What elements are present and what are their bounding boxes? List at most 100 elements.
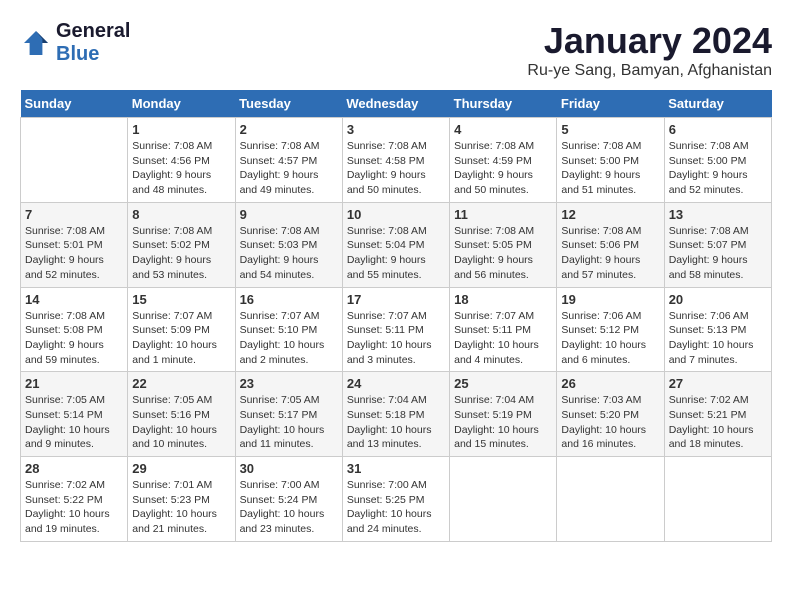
- day-info: Sunrise: 7:08 AMSunset: 5:00 PMDaylight:…: [669, 139, 767, 198]
- day-info: Sunrise: 7:00 AMSunset: 5:25 PMDaylight:…: [347, 478, 445, 537]
- day-info: Sunrise: 7:04 AMSunset: 5:19 PMDaylight:…: [454, 393, 552, 452]
- day-info: Sunrise: 7:08 AMSunset: 5:08 PMDaylight:…: [25, 309, 123, 368]
- week-row-0: 1 Sunrise: 7:08 AMSunset: 4:56 PMDaylight…: [21, 118, 772, 203]
- day-number: 24: [347, 376, 445, 391]
- day-number: 9: [240, 207, 338, 222]
- day-number: 13: [669, 207, 767, 222]
- calendar-cell: 24 Sunrise: 7:04 AMSunset: 5:18 PMDayligh…: [342, 372, 449, 457]
- day-number: 20: [669, 292, 767, 307]
- week-row-4: 28 Sunrise: 7:02 AMSunset: 5:22 PMDayligh…: [21, 457, 772, 542]
- day-number: 8: [132, 207, 230, 222]
- day-info: Sunrise: 7:05 AMSunset: 5:16 PMDaylight:…: [132, 393, 230, 452]
- day-info: Sunrise: 7:06 AMSunset: 5:13 PMDaylight:…: [669, 309, 767, 368]
- day-info: Sunrise: 7:08 AMSunset: 5:03 PMDaylight:…: [240, 224, 338, 283]
- weekday-header-tuesday: Tuesday: [235, 90, 342, 118]
- day-number: 21: [25, 376, 123, 391]
- day-info: Sunrise: 7:02 AMSunset: 5:21 PMDaylight:…: [669, 393, 767, 452]
- day-number: 1: [132, 122, 230, 137]
- day-info: Sunrise: 7:07 AMSunset: 5:10 PMDaylight:…: [240, 309, 338, 368]
- day-number: 23: [240, 376, 338, 391]
- day-info: Sunrise: 7:05 AMSunset: 5:17 PMDaylight:…: [240, 393, 338, 452]
- day-info: Sunrise: 7:08 AMSunset: 5:00 PMDaylight:…: [561, 139, 659, 198]
- day-number: 28: [25, 461, 123, 476]
- day-info: Sunrise: 7:08 AMSunset: 5:04 PMDaylight:…: [347, 224, 445, 283]
- day-number: 4: [454, 122, 552, 137]
- day-info: Sunrise: 7:01 AMSunset: 5:23 PMDaylight:…: [132, 478, 230, 537]
- calendar-cell: 13 Sunrise: 7:08 AMSunset: 5:07 PMDayligh…: [664, 202, 771, 287]
- weekday-header-saturday: Saturday: [664, 90, 771, 118]
- day-info: Sunrise: 7:07 AMSunset: 5:11 PMDaylight:…: [347, 309, 445, 368]
- day-info: Sunrise: 7:06 AMSunset: 5:12 PMDaylight:…: [561, 309, 659, 368]
- calendar-cell: 26Sunrise: 7:03 AMSunset: 5:20 PMDayligh…: [557, 372, 664, 457]
- day-number: 2: [240, 122, 338, 137]
- page-header: General Blue January 2024 Ru-ye Sang, Ba…: [20, 20, 772, 80]
- calendar-cell: 25 Sunrise: 7:04 AMSunset: 5:19 PMDayligh…: [450, 372, 557, 457]
- day-number: 12: [561, 207, 659, 222]
- calendar-cell: [21, 118, 128, 203]
- calendar-cell: 2 Sunrise: 7:08 AMSunset: 4:57 PMDaylight…: [235, 118, 342, 203]
- title-section: January 2024 Ru-ye Sang, Bamyan, Afghani…: [527, 20, 772, 80]
- calendar-cell: 30 Sunrise: 7:00 AMSunset: 5:24 PMDayligh…: [235, 457, 342, 542]
- week-row-1: 7 Sunrise: 7:08 AMSunset: 5:01 PMDaylight…: [21, 202, 772, 287]
- day-number: 31: [347, 461, 445, 476]
- day-number: 10: [347, 207, 445, 222]
- day-info: Sunrise: 7:08 AMSunset: 5:02 PMDaylight:…: [132, 224, 230, 283]
- day-info: Sunrise: 7:08 AMSunset: 5:07 PMDaylight:…: [669, 224, 767, 283]
- day-info: Sunrise: 7:04 AMSunset: 5:18 PMDaylight:…: [347, 393, 445, 452]
- week-row-3: 21 Sunrise: 7:05 AMSunset: 5:14 PMDayligh…: [21, 372, 772, 457]
- day-info: Sunrise: 7:08 AMSunset: 4:59 PMDaylight:…: [454, 139, 552, 198]
- calendar-cell: 18Sunrise: 7:07 AMSunset: 5:11 PMDayligh…: [450, 287, 557, 372]
- week-row-2: 14 Sunrise: 7:08 AMSunset: 5:08 PMDayligh…: [21, 287, 772, 372]
- weekday-header-thursday: Thursday: [450, 90, 557, 118]
- day-info: Sunrise: 7:05 AMSunset: 5:14 PMDaylight:…: [25, 393, 123, 452]
- day-number: 14: [25, 292, 123, 307]
- calendar-cell: 12Sunrise: 7:08 AMSunset: 5:06 PMDayligh…: [557, 202, 664, 287]
- day-number: 26: [561, 376, 659, 391]
- calendar-cell: 17 Sunrise: 7:07 AMSunset: 5:11 PMDayligh…: [342, 287, 449, 372]
- day-number: 22: [132, 376, 230, 391]
- calendar-cell: 31 Sunrise: 7:00 AMSunset: 5:25 PMDayligh…: [342, 457, 449, 542]
- page-title: January 2024: [527, 20, 772, 62]
- day-info: Sunrise: 7:08 AMSunset: 4:58 PMDaylight:…: [347, 139, 445, 198]
- calendar-cell: 1 Sunrise: 7:08 AMSunset: 4:56 PMDaylight…: [128, 118, 235, 203]
- day-number: 6: [669, 122, 767, 137]
- calendar-cell: 29 Sunrise: 7:01 AMSunset: 5:23 PMDayligh…: [128, 457, 235, 542]
- calendar-table: SundayMondayTuesdayWednesdayThursdayFrid…: [20, 90, 772, 542]
- calendar-cell: 7 Sunrise: 7:08 AMSunset: 5:01 PMDaylight…: [21, 202, 128, 287]
- calendar-cell: 5Sunrise: 7:08 AMSunset: 5:00 PMDaylight…: [557, 118, 664, 203]
- logo-icon: [20, 27, 52, 59]
- weekday-header-row: SundayMondayTuesdayWednesdayThursdayFrid…: [21, 90, 772, 118]
- calendar-cell: 15 Sunrise: 7:07 AMSunset: 5:09 PMDayligh…: [128, 287, 235, 372]
- day-number: 15: [132, 292, 230, 307]
- day-number: 25: [454, 376, 552, 391]
- calendar-cell: [450, 457, 557, 542]
- calendar-cell: 16Sunrise: 7:07 AMSunset: 5:10 PMDayligh…: [235, 287, 342, 372]
- logo: General Blue: [20, 20, 130, 66]
- calendar-cell: 4 Sunrise: 7:08 AMSunset: 4:59 PMDaylight…: [450, 118, 557, 203]
- calendar-cell: 21 Sunrise: 7:05 AMSunset: 5:14 PMDayligh…: [21, 372, 128, 457]
- calendar-cell: [557, 457, 664, 542]
- weekday-header-wednesday: Wednesday: [342, 90, 449, 118]
- day-info: Sunrise: 7:08 AMSunset: 4:57 PMDaylight:…: [240, 139, 338, 198]
- calendar-cell: 28 Sunrise: 7:02 AMSunset: 5:22 PMDayligh…: [21, 457, 128, 542]
- day-info: Sunrise: 7:07 AMSunset: 5:09 PMDaylight:…: [132, 309, 230, 368]
- day-number: 7: [25, 207, 123, 222]
- logo-text: General Blue: [56, 20, 130, 66]
- day-info: Sunrise: 7:02 AMSunset: 5:22 PMDaylight:…: [25, 478, 123, 537]
- calendar-cell: 19Sunrise: 7:06 AMSunset: 5:12 PMDayligh…: [557, 287, 664, 372]
- day-info: Sunrise: 7:08 AMSunset: 4:56 PMDaylight:…: [132, 139, 230, 198]
- day-number: 27: [669, 376, 767, 391]
- day-number: 29: [132, 461, 230, 476]
- calendar-cell: 27 Sunrise: 7:02 AMSunset: 5:21 PMDayligh…: [664, 372, 771, 457]
- day-info: Sunrise: 7:08 AMSunset: 5:01 PMDaylight:…: [25, 224, 123, 283]
- day-info: Sunrise: 7:08 AMSunset: 5:05 PMDaylight:…: [454, 224, 552, 283]
- calendar-cell: 8 Sunrise: 7:08 AMSunset: 5:02 PMDaylight…: [128, 202, 235, 287]
- day-number: 30: [240, 461, 338, 476]
- day-info: Sunrise: 7:00 AMSunset: 5:24 PMDaylight:…: [240, 478, 338, 537]
- calendar-cell: 10 Sunrise: 7:08 AMSunset: 5:04 PMDayligh…: [342, 202, 449, 287]
- day-number: 17: [347, 292, 445, 307]
- calendar-cell: 20 Sunrise: 7:06 AMSunset: 5:13 PMDayligh…: [664, 287, 771, 372]
- calendar-cell: 22 Sunrise: 7:05 AMSunset: 5:16 PMDayligh…: [128, 372, 235, 457]
- calendar-cell: [664, 457, 771, 542]
- calendar-cell: 14 Sunrise: 7:08 AMSunset: 5:08 PMDayligh…: [21, 287, 128, 372]
